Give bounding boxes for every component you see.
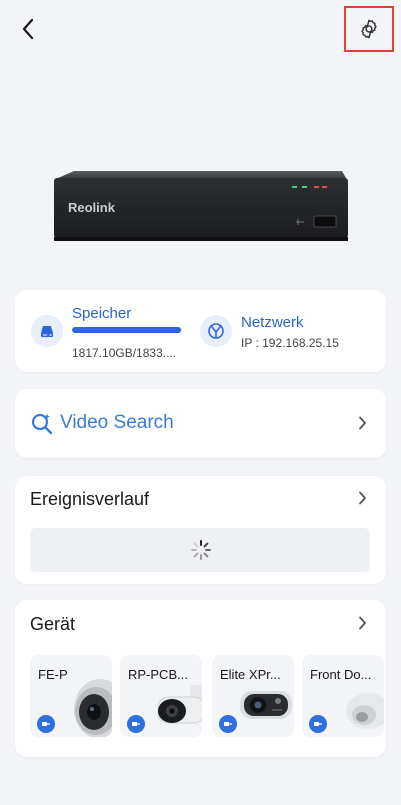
chevron-right-icon[interactable] <box>355 616 369 630</box>
device-tile[interactable]: RP-PCB... <box>120 655 202 737</box>
storage-usage-bar <box>72 327 182 333</box>
storage-title: Speicher <box>72 305 132 322</box>
chevron-left-icon <box>22 18 34 40</box>
connection-badge-icon <box>219 715 237 733</box>
connection-badge-icon <box>37 715 55 733</box>
back-button[interactable] <box>14 14 42 44</box>
video-search-label: Video Search <box>60 412 174 433</box>
device-name: Front Do... <box>310 667 372 682</box>
status-card: Speicher 1817.10GB/1833.... Netzwerk IP … <box>15 290 386 372</box>
device-name: Elite XPr... <box>220 667 281 682</box>
chevron-right-icon <box>355 491 369 505</box>
device-tile[interactable]: FE-P <box>30 655 112 737</box>
storage-item[interactable]: Speicher 1817.10GB/1833.... <box>15 290 200 372</box>
video-search-card[interactable]: Video Search <box>15 389 386 458</box>
event-history-title: Ereignisverlauf <box>30 489 150 509</box>
elite-camera-image <box>240 691 292 719</box>
network-title: Netzwerk <box>241 314 304 331</box>
event-history-card[interactable]: Ereignisverlauf <box>15 476 386 584</box>
event-list-placeholder <box>30 528 370 572</box>
device-tile[interactable]: Elite XPr... <box>212 655 294 737</box>
device-name: RP-PCB... <box>128 667 188 682</box>
connection-badge-icon <box>309 715 327 733</box>
top-bar <box>0 0 401 60</box>
dome-camera-image <box>346 693 384 729</box>
gear-icon <box>361 19 377 39</box>
device-name: FE-P <box>38 667 68 682</box>
nvr-device-image: Reolink <box>52 168 348 248</box>
bullet-camera-image <box>157 685 202 724</box>
storage-usage-fill <box>72 327 181 333</box>
device-card: Gerät FE-P RP-PCB... Elite XPr... Front … <box>15 600 386 757</box>
network-ip-value: IP : 192.168.25.15 <box>241 336 339 350</box>
connection-badge-icon <box>127 715 145 733</box>
storage-drive-icon <box>31 315 63 347</box>
nvr-brand-label: Reolink <box>68 200 116 215</box>
device-tile[interactable]: Front Do... <box>302 655 384 737</box>
network-item[interactable]: Netzwerk IP : 192.168.25.15 <box>200 290 386 372</box>
loading-spinner-icon <box>191 540 211 560</box>
sparkle-search-icon <box>31 413 53 435</box>
network-icon <box>200 315 232 347</box>
device-section-title: Gerät <box>30 614 76 634</box>
storage-value: 1817.10GB/1833.... <box>72 346 177 360</box>
chevron-right-icon <box>355 416 369 430</box>
settings-button[interactable] <box>344 6 394 52</box>
fisheye-camera-image <box>74 679 112 737</box>
